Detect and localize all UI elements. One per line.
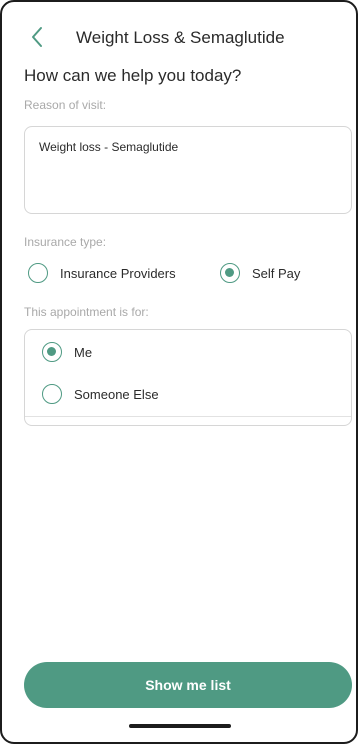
show-list-button[interactable]: Show me list [24,662,352,708]
chevron-left-icon [32,27,42,47]
insurance-providers-label: Insurance Providers [60,265,176,281]
insurance-label: Insurance type: [24,235,107,249]
header: Weight Loss & Semaglutide [2,20,356,54]
self-pay-option[interactable]: Self Pay [220,263,300,283]
page-title: Weight Loss & Semaglutide [76,28,285,47]
appointment-label: This appointment is for: [24,305,149,319]
home-indicator [129,724,231,728]
self-pay-label: Self Pay [252,265,301,281]
insurance-providers-radio[interactable] [28,263,48,283]
back-button[interactable] [26,22,50,52]
someone-else-option[interactable]: Someone Else [42,384,159,404]
me-radio[interactable] [42,342,62,362]
appointment-options: Me Someone Else [24,329,352,426]
divider [25,416,351,417]
self-pay-radio[interactable] [220,263,240,283]
me-option[interactable]: Me [42,342,92,362]
reason-label: Reason of visit: [24,98,107,112]
someone-else-radio[interactable] [42,384,62,404]
phone-screen: Weight Loss & Semaglutide How can we hel… [0,0,358,744]
reason-input[interactable]: Weight loss - Semaglutide [24,126,352,214]
reason-value: Weight loss - Semaglutide [39,140,179,154]
insurance-providers-option[interactable]: Insurance Providers [28,263,176,283]
me-label: Me [74,344,93,360]
someone-else-label: Someone Else [74,386,159,402]
help-heading: How can we help you today? [24,66,242,85]
